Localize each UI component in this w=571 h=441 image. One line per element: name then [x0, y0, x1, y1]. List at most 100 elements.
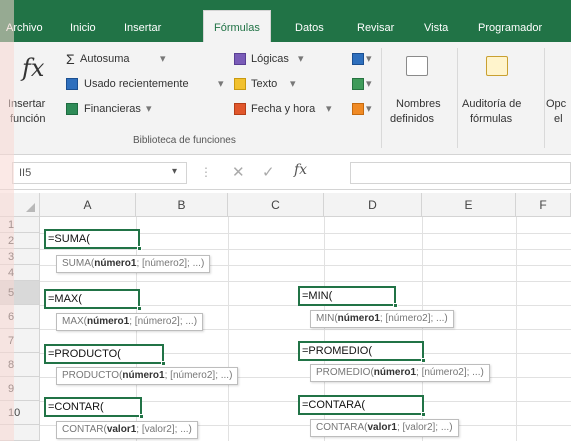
tooltip-arg: número1 — [87, 316, 130, 327]
formula-bar: II5 ▾ ⋮ ✕ ✓ fx — [0, 156, 571, 190]
row-header-10[interactable]: 10 — [0, 401, 40, 425]
tooltip-rest: ; [número2]; ...) — [379, 313, 448, 324]
datetime-button[interactable]: Fecha y hora ▾ — [234, 102, 344, 118]
dropdown-arrow-icon: ▾ — [366, 103, 372, 115]
fx-icon: fx — [22, 54, 45, 82]
tooltip-rest: ; [número2]; ...) — [416, 367, 484, 378]
options-label-2: el — [554, 113, 563, 125]
calendar-icon — [234, 103, 246, 115]
tab-formulas[interactable]: Fórmulas — [203, 10, 271, 42]
row-header-11[interactable] — [0, 425, 40, 441]
fill-handle[interactable] — [393, 303, 398, 308]
row-header-2[interactable]: 2 — [0, 233, 40, 249]
defined-names-label-1: Nombres — [396, 98, 441, 110]
more-functions-icon — [352, 103, 364, 115]
fill-handle[interactable] — [137, 306, 142, 311]
tooltip-arg: valor1 — [367, 422, 397, 433]
row-header-6[interactable]: 6 — [0, 305, 40, 329]
tooltip-rest: ; [número2]; ...) — [164, 370, 233, 381]
datetime-label: Fecha y hora — [251, 103, 316, 115]
tab-vista[interactable]: Vista — [424, 17, 448, 42]
cell-formula-text: =MAX( — [48, 293, 82, 305]
tab-inicio[interactable]: Inicio — [70, 17, 96, 42]
row-header-8[interactable]: 8 — [0, 353, 40, 377]
math-button[interactable]: ▾ — [352, 77, 376, 93]
fill-handle[interactable] — [421, 358, 426, 363]
column-header-b[interactable]: B — [136, 193, 228, 217]
cell-d9-contara[interactable]: =CONTARA( — [298, 395, 426, 417]
row-header-1[interactable]: 1 — [0, 217, 40, 233]
row-header-3[interactable]: 3 — [0, 249, 40, 265]
formula-input[interactable] — [350, 162, 571, 184]
ribbon-separator — [381, 48, 382, 148]
tab-insertar[interactable]: Insertar — [124, 17, 161, 42]
text-icon — [234, 78, 246, 90]
min-tooltip: MIN(número1; [número2]; ...) — [310, 310, 454, 328]
dropdown-arrow-icon: ▾ — [366, 53, 372, 65]
row-header-5[interactable]: 5 — [0, 281, 40, 305]
fill-handle[interactable] — [137, 246, 142, 251]
column-header-d[interactable]: D — [324, 193, 422, 217]
cell-a4-max[interactable]: =MAX( — [44, 289, 142, 311]
cell-d4-min[interactable]: =MIN( — [298, 286, 398, 308]
tooltip-rest: ; [valor2]; ...) — [136, 424, 192, 435]
formula-auditing-label-1: Auditoría de — [462, 98, 522, 110]
insert-function-button[interactable]: fx Insertar función — [4, 50, 62, 130]
column-header-a[interactable]: A — [40, 193, 136, 217]
fill-handle[interactable] — [161, 361, 166, 366]
worksheet-grid: A B C D E F 1 2 3 4 5 6 7 8 9 10 =SUMA( … — [0, 193, 571, 441]
more-functions-button[interactable]: ▾ — [352, 102, 376, 118]
gridline — [228, 217, 229, 441]
column-header-f[interactable]: F — [516, 193, 571, 217]
cell-formula-text: =SUMA( — [48, 233, 90, 245]
options-label-1: Opc — [546, 98, 567, 110]
insert-function-fx-icon[interactable]: fx — [294, 162, 307, 178]
insert-function-label-1: Insertar — [8, 98, 46, 110]
tab-datos[interactable]: Datos — [295, 17, 324, 42]
column-header-c[interactable]: C — [228, 193, 324, 217]
name-box-dropdown-icon[interactable]: ▾ — [172, 166, 177, 177]
cell-a1-suma[interactable]: =SUMA( — [44, 229, 142, 251]
cell-formula-text: =PRODUCTO( — [48, 348, 121, 360]
text-button[interactable]: Texto ▾ — [234, 77, 314, 93]
ribbon-formulas: fx Insertar función Σ Autosuma ▾ Usado r… — [0, 42, 571, 155]
recently-used-button[interactable]: Usado recientemente ▾ — [66, 77, 236, 93]
tooltip-arg: número1 — [94, 258, 137, 269]
calculation-options-button[interactable]: Opc el — [546, 50, 571, 130]
cell-a6-producto[interactable]: =PRODUCTO( — [44, 344, 166, 366]
tab-revisar[interactable]: Revisar — [357, 17, 394, 42]
contara-tooltip: CONTARA(valor1; [valor2]; ...) — [310, 419, 459, 437]
tooltip-arg: número1 — [337, 313, 380, 324]
column-header-e[interactable]: E — [422, 193, 516, 217]
financial-button[interactable]: Financieras ▾ — [66, 102, 166, 118]
select-all-corner[interactable] — [0, 193, 40, 217]
enter-icon[interactable]: ✓ — [262, 163, 275, 181]
tooltip-arg: número1 — [122, 370, 165, 381]
dropdown-arrow-icon: ▾ — [326, 103, 332, 115]
cell-d6-promedio[interactable]: =PROMEDIO( — [298, 341, 426, 363]
row-header-9[interactable]: 9 — [0, 377, 40, 401]
tooltip-arg: número1 — [373, 367, 417, 378]
autosum-button[interactable]: Σ Autosuma ▾ — [66, 51, 186, 68]
cancel-icon[interactable]: ✕ — [232, 163, 245, 181]
logical-button[interactable]: Lógicas ▾ — [234, 52, 324, 68]
name-box[interactable]: II5 — [12, 162, 187, 184]
tab-archivo[interactable]: Archivo — [6, 17, 43, 42]
formula-auditing-button[interactable]: Auditoría de fórmulas — [458, 50, 544, 130]
row-header-4[interactable]: 4 — [0, 265, 40, 281]
corner-triangle-icon — [26, 203, 35, 212]
ribbon-separator — [544, 48, 545, 148]
lookup-button[interactable]: ▾ — [352, 52, 376, 68]
tab-programador[interactable]: Programador — [478, 17, 542, 42]
logical-label: Lógicas — [251, 53, 289, 65]
dropdown-arrow-icon: ▾ — [298, 53, 304, 65]
fill-handle[interactable] — [139, 414, 144, 419]
tooltip-fn: CONTARA( — [316, 422, 368, 433]
promedio-tooltip: PROMEDIO(número1; [número2]; ...) — [310, 364, 490, 382]
row-header-7[interactable]: 7 — [0, 329, 40, 353]
cell-a9-contar[interactable]: =CONTAR( — [44, 397, 144, 419]
defined-names-button[interactable]: Nombres definidos — [384, 50, 456, 130]
cell-formula-text: =CONTAR( — [48, 401, 104, 413]
fill-handle[interactable] — [421, 412, 426, 417]
tooltip-fn: SUMA( — [62, 258, 95, 269]
